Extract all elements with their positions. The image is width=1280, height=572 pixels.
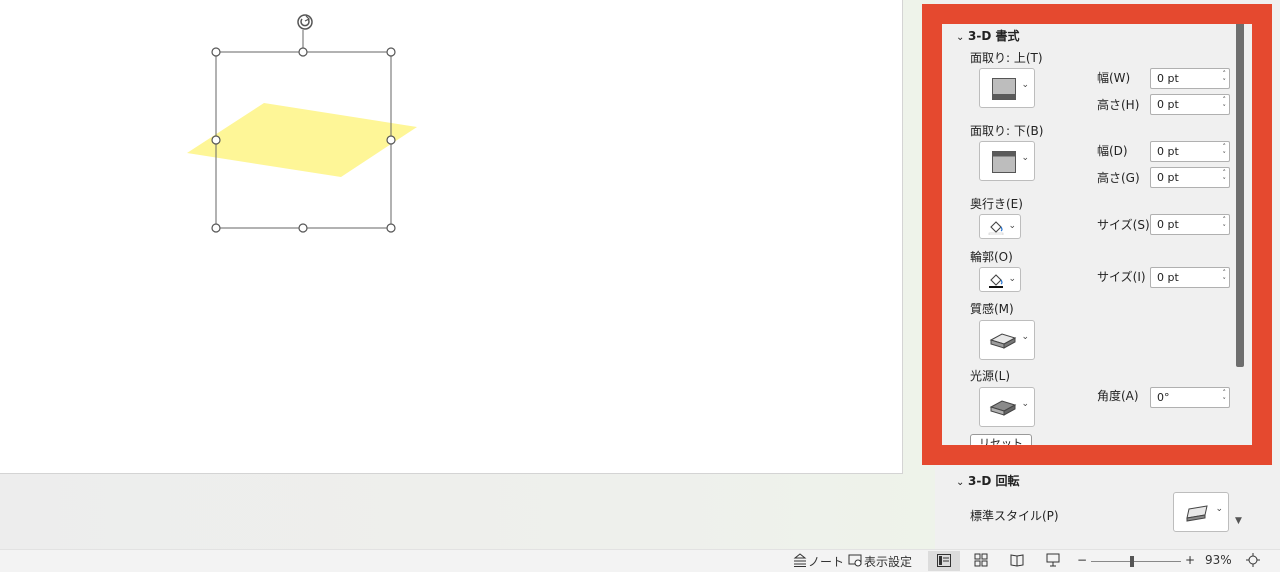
zoom-in-button[interactable]: + [1185, 553, 1195, 567]
bevel-bottom-icon [992, 151, 1016, 173]
spinner-arrows-icon[interactable]: ˄ ˅ [1223, 96, 1227, 112]
bevel-top-dropdown[interactable]: ⌄ [979, 68, 1035, 108]
resize-handle-t[interactable] [298, 47, 308, 57]
preset-dropdown[interactable]: ⌄ [1173, 492, 1229, 532]
depth-size-value: 0 pt [1157, 218, 1179, 231]
resize-handle-tr[interactable] [386, 47, 396, 57]
rotate-handle-icon[interactable] [297, 14, 313, 30]
width-bottom-label: 幅(D) [1097, 144, 1128, 158]
chevron-down-icon: ⌄ [1008, 221, 1016, 231]
display-settings-button[interactable]: 表示設定 [864, 553, 912, 570]
lighting-icon [989, 400, 1017, 416]
spinner-arrows-icon[interactable]: ˄ ˅ [1223, 269, 1227, 285]
chevron-down-icon: ⌄ [1021, 399, 1029, 409]
angle-spinner[interactable]: 0° ˄ ˅ [1150, 387, 1230, 408]
scroll-down-icon[interactable]: ▼ [1235, 516, 1242, 526]
height-bottom-value: 0 pt [1157, 171, 1179, 184]
spinner-arrows-icon[interactable]: ˄ ˅ [1223, 169, 1227, 185]
bevel-top-icon [992, 78, 1016, 100]
lighting-label: 光源(L) [970, 369, 1011, 383]
depth-color-dropdown[interactable]: ⌄ [979, 214, 1021, 239]
width-bottom-value: 0 pt [1157, 145, 1179, 158]
chevron-down-icon: ⌄ [1021, 80, 1029, 90]
preset-3d-icon [1186, 505, 1208, 522]
spinner-arrows-icon[interactable]: ˄ ˅ [1223, 389, 1227, 405]
contour-color-dropdown[interactable]: ⌄ [979, 267, 1021, 292]
chevron-down-icon: ⌄ [1021, 332, 1029, 342]
normal-view-button[interactable] [928, 551, 960, 571]
zoom-slider-thumb[interactable] [1130, 556, 1134, 567]
width-top-value: 0 pt [1157, 72, 1179, 85]
material-dropdown[interactable]: ⌄ [979, 320, 1035, 360]
slide-canvas[interactable] [0, 0, 903, 474]
height-top-label: 高さ(H) [1097, 98, 1140, 112]
depth-size-label: サイズ(S) [1097, 218, 1150, 232]
spinner-arrows-icon[interactable]: ˄ ˅ [1223, 216, 1227, 232]
angle-label: 角度(A) [1097, 389, 1139, 403]
notes-button[interactable]: ノート [808, 553, 844, 570]
normal-view-icon [937, 554, 951, 567]
spinner-arrows-icon[interactable]: ˄ ˅ [1223, 70, 1227, 86]
height-top-value: 0 pt [1157, 98, 1179, 111]
angle-value: 0° [1157, 391, 1170, 404]
section-3d-format-title: 3-D 書式 [968, 29, 1020, 43]
pane-scrollbar[interactable] [1236, 18, 1244, 367]
preset-label: 標準スタイル(P) [970, 509, 1059, 523]
chevron-down-icon: ⌄ [1008, 274, 1016, 284]
resize-handle-br[interactable] [386, 223, 396, 233]
depth-label: 奥行き(E) [970, 197, 1023, 211]
resize-handle-r[interactable] [386, 135, 396, 145]
contour-size-value: 0 pt [1157, 271, 1179, 284]
section-3d-format-header[interactable]: ⌄ 3-D 書式 [956, 27, 1019, 44]
width-top-spinner[interactable]: 0 pt ˄ ˅ [1150, 68, 1230, 89]
resize-handle-b[interactable] [298, 223, 308, 233]
yellow-shape[interactable] [187, 103, 417, 177]
bevel-bottom-label: 面取り: 下(B) [970, 124, 1044, 138]
reading-view-icon[interactable] [1010, 553, 1024, 567]
bevel-bottom-dropdown[interactable]: ⌄ [979, 141, 1035, 181]
zoom-level[interactable]: 93% [1205, 553, 1232, 567]
bevel-top-label: 面取り: 上(T) [970, 51, 1043, 65]
chevron-down-icon: ⌄ [1215, 504, 1223, 514]
chevron-down-icon: ⌄ [956, 32, 965, 43]
fit-window-icon[interactable] [1246, 553, 1260, 567]
contour-size-label: サイズ(I) [1097, 270, 1146, 284]
width-top-label: 幅(W) [1097, 71, 1131, 85]
slide-sorter-icon[interactable] [974, 553, 988, 567]
resize-handle-l[interactable] [211, 135, 221, 145]
slideshow-icon[interactable] [1046, 553, 1060, 567]
material-label: 質感(M) [970, 302, 1014, 316]
contour-size-spinner[interactable]: 0 pt ˄ ˅ [1150, 267, 1230, 288]
depth-size-spinner[interactable]: 0 pt ˄ ˅ [1150, 214, 1230, 235]
resize-handle-tl[interactable] [211, 47, 221, 57]
height-bottom-spinner[interactable]: 0 pt ˄ ˅ [1150, 167, 1230, 188]
chevron-down-icon: ⌄ [956, 477, 965, 488]
zoom-slider[interactable] [1091, 561, 1181, 562]
zoom-out-button[interactable]: − [1077, 553, 1087, 567]
spinner-arrows-icon[interactable]: ˄ ˅ [1223, 143, 1227, 159]
lighting-dropdown[interactable]: ⌄ [979, 387, 1035, 427]
contour-label: 輪郭(O) [970, 250, 1013, 264]
paint-bucket-icon [988, 221, 1004, 235]
width-bottom-spinner[interactable]: 0 pt ˄ ˅ [1150, 141, 1230, 162]
height-top-spinner[interactable]: 0 pt ˄ ˅ [1150, 94, 1230, 115]
reset-button[interactable]: リセット(R) [970, 434, 1032, 454]
notes-icon [793, 553, 807, 567]
status-bar: ノート 表示設定 − + 93% [0, 549, 1280, 572]
material-icon [989, 333, 1017, 349]
section-3d-rotation-header[interactable]: ⌄ 3-D 回転 [956, 472, 1019, 489]
paint-bucket-icon [989, 274, 1003, 288]
chevron-down-icon: ⌄ [1021, 153, 1029, 163]
display-settings-icon [848, 554, 862, 567]
height-bottom-label: 高さ(G) [1097, 171, 1140, 185]
resize-handle-bl[interactable] [211, 223, 221, 233]
selected-shape-svg [187, 14, 417, 233]
section-3d-rotation-title: 3-D 回転 [968, 474, 1020, 488]
